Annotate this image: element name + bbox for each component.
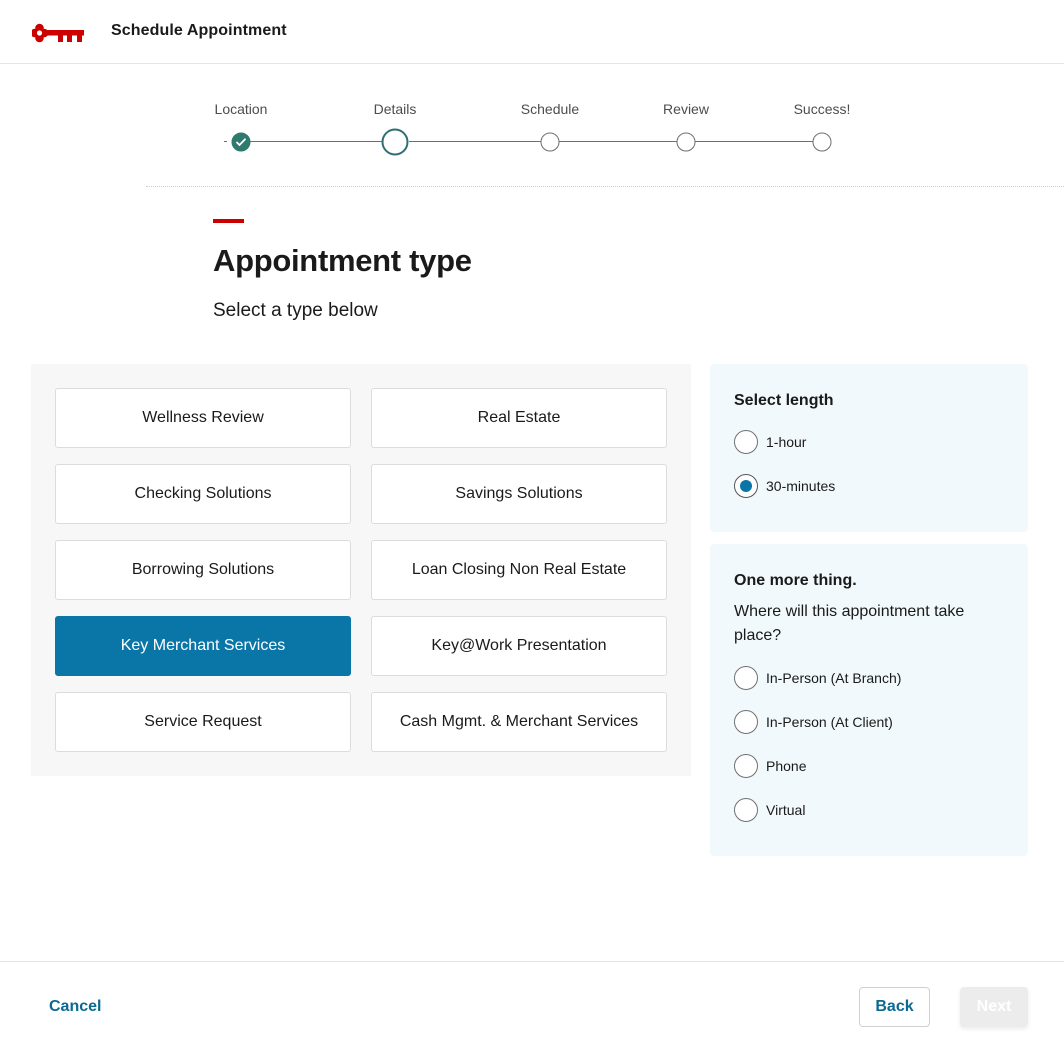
- radio-button[interactable]: [734, 710, 758, 734]
- location-question: Where will this appointment take place?: [734, 603, 965, 644]
- location-panel: One more thing. Where will this appointm…: [710, 544, 1028, 856]
- step-connector: [695, 141, 813, 142]
- radio-button-checked[interactable]: [734, 474, 758, 498]
- length-option-30-minutes[interactable]: 30-minutes: [734, 474, 835, 498]
- section-divider: [146, 186, 1064, 187]
- radio-label: Phone: [766, 758, 807, 774]
- key-logo-icon: [32, 23, 84, 43]
- step-label-location: Location: [214, 101, 268, 117]
- location-heading: One more thing.: [734, 572, 857, 589]
- location-option-phone[interactable]: Phone: [734, 754, 806, 778]
- step-label-schedule: Schedule: [520, 101, 580, 117]
- type-option-service-request[interactable]: Service Request: [55, 692, 351, 752]
- type-option-cash-mgmt[interactable]: Cash Mgmt. & Merchant Services: [371, 692, 667, 752]
- type-option-checking-solutions[interactable]: Checking Solutions: [55, 464, 351, 524]
- step-label-success: Success!: [793, 101, 851, 117]
- radio-label: Virtual: [766, 802, 806, 818]
- page-header-title: Schedule Appointment: [111, 22, 287, 39]
- step-dot: [540, 132, 560, 152]
- appointment-type-panel: Wellness Review Real Estate Checking Sol…: [31, 364, 691, 776]
- footer-bar: Cancel Back Next: [0, 961, 1064, 1050]
- location-option-virtual[interactable]: Virtual: [734, 798, 805, 822]
- radio-button[interactable]: [734, 798, 758, 822]
- type-option-borrowing-solutions[interactable]: Borrowing Solutions: [55, 540, 351, 600]
- next-button[interactable]: Next: [960, 987, 1028, 1027]
- location-option-branch[interactable]: In-Person (At Branch): [734, 666, 901, 690]
- back-button[interactable]: Back: [859, 987, 930, 1027]
- type-option-wellness-review[interactable]: Wellness Review: [55, 388, 351, 448]
- radio-button[interactable]: [734, 430, 758, 454]
- stepper-lead-line: [224, 141, 227, 142]
- step-connector: [559, 141, 677, 142]
- type-option-savings-solutions[interactable]: Savings Solutions: [371, 464, 667, 524]
- radio-label: In-Person (At Branch): [766, 670, 902, 686]
- cancel-link[interactable]: Cancel: [49, 998, 101, 1016]
- step-label-review: Review: [663, 101, 709, 117]
- location-option-client[interactable]: In-Person (At Client): [734, 710, 893, 734]
- step-complete-check-icon: [231, 132, 251, 152]
- length-panel: Select length 1-hour 30-minutes: [710, 364, 1028, 532]
- progress-stepper: Location Details Schedule Review Success…: [0, 90, 1064, 170]
- radio-button[interactable]: [734, 666, 758, 690]
- type-option-loan-closing[interactable]: Loan Closing Non Real Estate: [371, 540, 667, 600]
- radio-button[interactable]: [734, 754, 758, 778]
- type-option-key-at-work[interactable]: Key@Work Presentation: [371, 616, 667, 676]
- type-option-key-merchant-services[interactable]: Key Merchant Services: [55, 616, 351, 676]
- app-header: Schedule Appointment: [0, 0, 1064, 64]
- page-title: Appointment type: [213, 243, 472, 278]
- radio-label: 30-minutes: [766, 478, 836, 494]
- step-dot: [812, 132, 832, 152]
- title-accent-bar: [213, 219, 244, 223]
- radio-label: 1-hour: [766, 434, 807, 450]
- step-connector: [250, 141, 382, 142]
- radio-label: In-Person (At Client): [766, 714, 893, 730]
- step-dot: [676, 132, 696, 152]
- page-subtitle: Select a type below: [213, 300, 378, 321]
- step-current-dot: [381, 128, 409, 156]
- length-option-1-hour[interactable]: 1-hour: [734, 430, 806, 454]
- type-option-real-estate[interactable]: Real Estate: [371, 388, 667, 448]
- step-label-details: Details: [373, 101, 417, 117]
- step-connector: [409, 141, 541, 142]
- length-heading: Select length: [734, 392, 834, 409]
